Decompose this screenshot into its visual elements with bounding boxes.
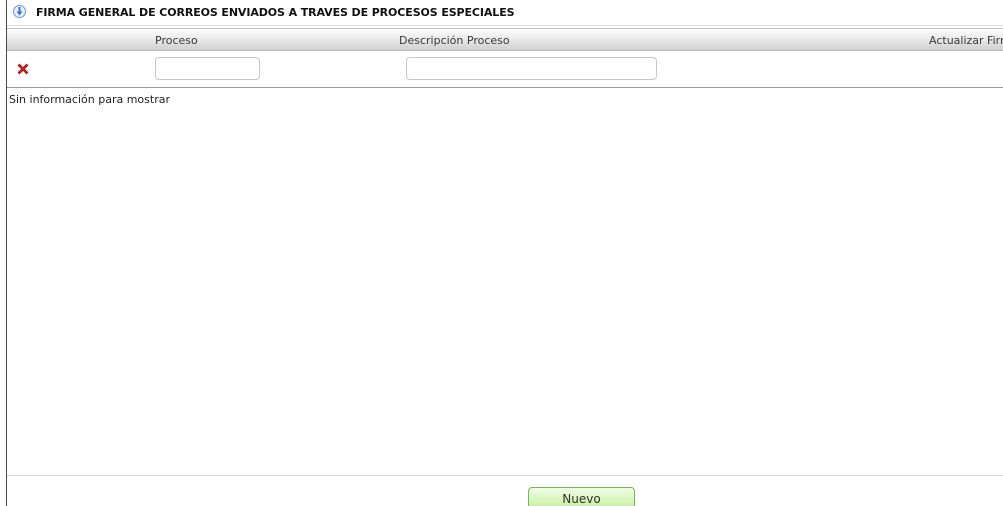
empty-grid-message: Sin información para mostrar — [9, 93, 170, 106]
grid-column-header: Proceso Descripción Proceso Actualizar F… — [7, 28, 1003, 51]
panel-title-bar: FIRMA GENERAL DE CORREOS ENVIADOS A TRAV… — [7, 0, 1003, 26]
clear-filters-icon[interactable] — [15, 61, 31, 77]
page-title: FIRMA GENERAL DE CORREOS ENVIADOS A TRAV… — [36, 6, 515, 19]
column-header-proceso[interactable]: Proceso — [155, 34, 198, 47]
grid-filter-row — [7, 52, 1003, 88]
info-download-icon — [13, 5, 26, 18]
column-header-actualizar-firma[interactable]: Actualizar Firm — [929, 34, 1003, 47]
proceso-filter-input[interactable] — [155, 57, 260, 80]
grid-bottom-divider — [7, 475, 1003, 476]
descripcion-proceso-filter-input[interactable] — [406, 57, 657, 80]
main-panel: FIRMA GENERAL DE CORREOS ENVIADOS A TRAV… — [6, 0, 1003, 506]
new-button[interactable]: Nuevo — [528, 487, 635, 506]
column-header-descripcion-proceso[interactable]: Descripción Proceso — [399, 34, 510, 47]
